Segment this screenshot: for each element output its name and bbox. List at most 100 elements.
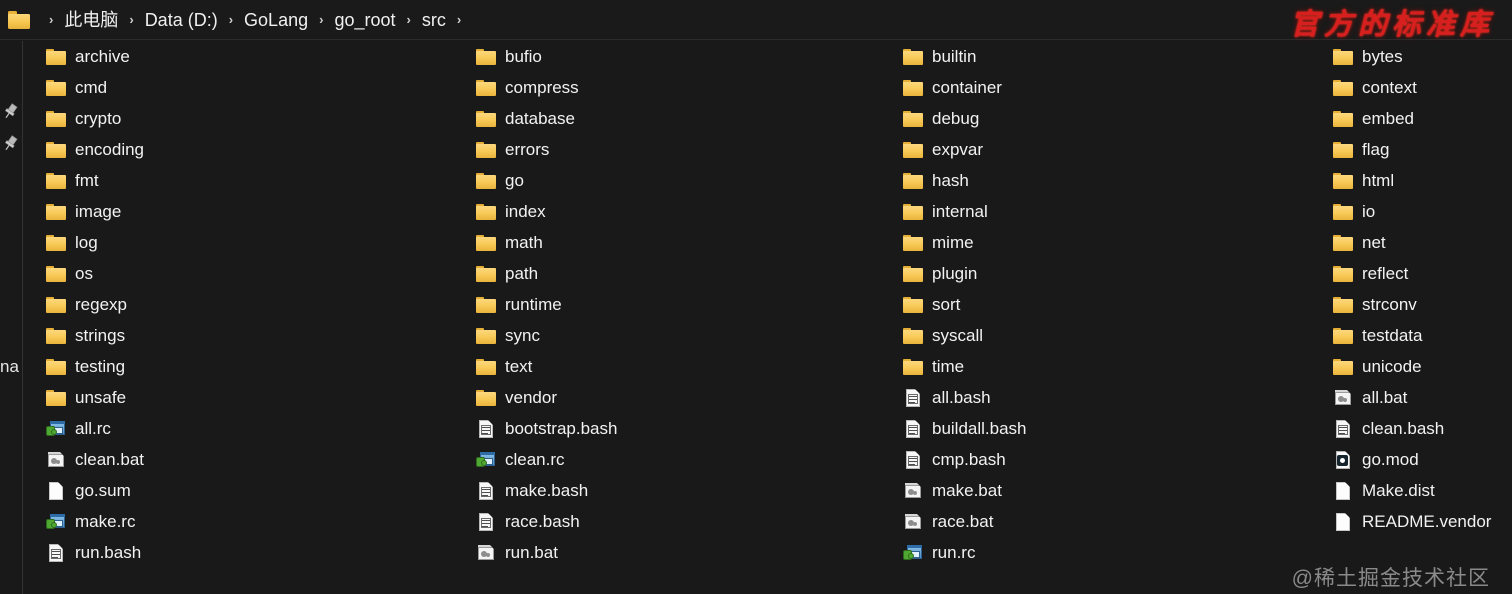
- file-list-item[interactable]: internal: [903, 196, 1323, 227]
- breadcrumb-item-5[interactable]: src: [420, 9, 448, 31]
- file-list-item[interactable]: container: [903, 72, 1323, 103]
- folder-icon: [1333, 358, 1353, 376]
- file-list-item[interactable]: database: [476, 103, 896, 134]
- file-list-item[interactable]: regexp: [46, 289, 466, 320]
- file-list-item[interactable]: plugin: [903, 258, 1323, 289]
- textdoc-file-icon: [1333, 419, 1353, 438]
- pin-icon[interactable]: [1, 135, 19, 153]
- file-list-item[interactable]: syscall: [903, 320, 1323, 351]
- file-list-item[interactable]: testing: [46, 351, 466, 382]
- textdoc-file-icon: [903, 388, 923, 407]
- file-list-item[interactable]: clean.bat: [46, 444, 466, 475]
- file-list-item[interactable]: testdata: [1333, 320, 1512, 351]
- file-list-item[interactable]: make.bash: [476, 475, 896, 506]
- file-list-item[interactable]: all.bash: [903, 382, 1323, 413]
- file-list-item[interactable]: expvar: [903, 134, 1323, 165]
- breadcrumb-item-1[interactable]: 此电脑: [62, 9, 120, 31]
- file-list-item[interactable]: errors: [476, 134, 896, 165]
- file-list-item[interactable]: time: [903, 351, 1323, 382]
- file-list-item[interactable]: clean.bash: [1333, 413, 1512, 444]
- file-list-item-label: internal: [932, 202, 988, 221]
- file-list-item[interactable]: clean.rc: [476, 444, 896, 475]
- file-list-item[interactable]: reflect: [1333, 258, 1512, 289]
- file-list-item[interactable]: index: [476, 196, 896, 227]
- file-list-item[interactable]: math: [476, 227, 896, 258]
- file-list-item[interactable]: vendor: [476, 382, 896, 413]
- file-list-item[interactable]: compress: [476, 72, 896, 103]
- file-list-pane: archive cmd crypto encoding fmt image log os reg…: [23, 41, 1512, 594]
- folder-icon: [46, 389, 66, 407]
- file-list-item[interactable]: sort: [903, 289, 1323, 320]
- file-list-item-label: flag: [1362, 140, 1390, 159]
- breadcrumb-separator-icon: ›: [406, 12, 411, 27]
- file-list-item[interactable]: net: [1333, 227, 1512, 258]
- folder-icon: [476, 358, 496, 376]
- file-list-item[interactable]: run.bash: [46, 537, 466, 568]
- file-list-item[interactable]: Make.dist: [1333, 475, 1512, 506]
- file-list-item[interactable]: mime: [903, 227, 1323, 258]
- file-list-item[interactable]: unsafe: [46, 382, 466, 413]
- file-list-item[interactable]: encoding: [46, 134, 466, 165]
- file-list-item[interactable]: make.rc: [46, 506, 466, 537]
- file-list-item[interactable]: all.rc: [46, 413, 466, 444]
- file-list-item[interactable]: debug: [903, 103, 1323, 134]
- folder-icon: [903, 203, 923, 221]
- file-list-item-label: race.bat: [932, 512, 994, 531]
- file-list-item[interactable]: context: [1333, 72, 1512, 103]
- file-list-item[interactable]: log: [46, 227, 466, 258]
- file-list-item[interactable]: unicode: [1333, 351, 1512, 382]
- file-list-item[interactable]: make.bat: [903, 475, 1323, 506]
- rc-file-icon: [476, 451, 496, 469]
- breadcrumb-item-2[interactable]: Data (D:): [143, 9, 220, 31]
- file-list-item[interactable]: go: [476, 165, 896, 196]
- file-list-item[interactable]: archive: [46, 41, 466, 72]
- file-list-item[interactable]: strings: [46, 320, 466, 351]
- pin-icon[interactable]: [1, 103, 19, 121]
- folder-icon: [46, 172, 66, 190]
- breadcrumb-item-3[interactable]: GoLang: [242, 9, 310, 31]
- sidebar-clipped-label[interactable]: na: [0, 357, 19, 377]
- file-list-item[interactable]: sync: [476, 320, 896, 351]
- file-list-item[interactable]: text: [476, 351, 896, 382]
- left-rail: na: [0, 41, 22, 594]
- file-list-item[interactable]: image: [46, 196, 466, 227]
- breadcrumb-item-4[interactable]: go_root: [332, 9, 397, 31]
- file-list-item[interactable]: io: [1333, 196, 1512, 227]
- file-list-item[interactable]: cmd: [46, 72, 466, 103]
- file-list-item[interactable]: runtime: [476, 289, 896, 320]
- file-list-item[interactable]: fmt: [46, 165, 466, 196]
- file-list-item[interactable]: builtin: [903, 41, 1323, 72]
- file-list-item[interactable]: strconv: [1333, 289, 1512, 320]
- file-list-item[interactable]: bufio: [476, 41, 896, 72]
- bat-file-icon: [46, 451, 66, 469]
- file-list-item[interactable]: run.rc: [903, 537, 1323, 568]
- folder-icon: [46, 234, 66, 252]
- file-list-item-label: debug: [932, 109, 980, 128]
- file-list-item[interactable]: buildall.bash: [903, 413, 1323, 444]
- file-list-item[interactable]: crypto: [46, 103, 466, 134]
- file-column: bytes context embed flag html io net reflect str…: [1333, 41, 1512, 537]
- file-list-item[interactable]: go.sum: [46, 475, 466, 506]
- file-list-item[interactable]: bootstrap.bash: [476, 413, 896, 444]
- file-list-item[interactable]: race.bat: [903, 506, 1323, 537]
- file-list-item[interactable]: os: [46, 258, 466, 289]
- file-list-item[interactable]: race.bash: [476, 506, 896, 537]
- folder-icon: [1333, 234, 1353, 252]
- breadcrumb-separator-icon: ›: [228, 12, 234, 27]
- file-list-item-label: builtin: [932, 47, 977, 66]
- file-list-item[interactable]: flag: [1333, 134, 1512, 165]
- file-list-item[interactable]: embed: [1333, 103, 1512, 134]
- page-file-icon: [46, 481, 66, 500]
- file-list-item[interactable]: hash: [903, 165, 1323, 196]
- file-list-item[interactable]: all.bat: [1333, 382, 1512, 413]
- file-list-item[interactable]: cmp.bash: [903, 444, 1323, 475]
- file-list-item[interactable]: bytes: [1333, 41, 1512, 72]
- file-list-item-label: all.bat: [1362, 388, 1408, 407]
- file-list-item[interactable]: html: [1333, 165, 1512, 196]
- file-list-item[interactable]: path: [476, 258, 896, 289]
- textdoc-file-icon: [476, 512, 496, 531]
- file-list-item[interactable]: run.bat: [476, 537, 896, 568]
- file-list-item[interactable]: README.vendor: [1333, 506, 1512, 537]
- folder-icon: [1333, 141, 1353, 159]
- file-list-item[interactable]: go.mod: [1333, 444, 1512, 475]
